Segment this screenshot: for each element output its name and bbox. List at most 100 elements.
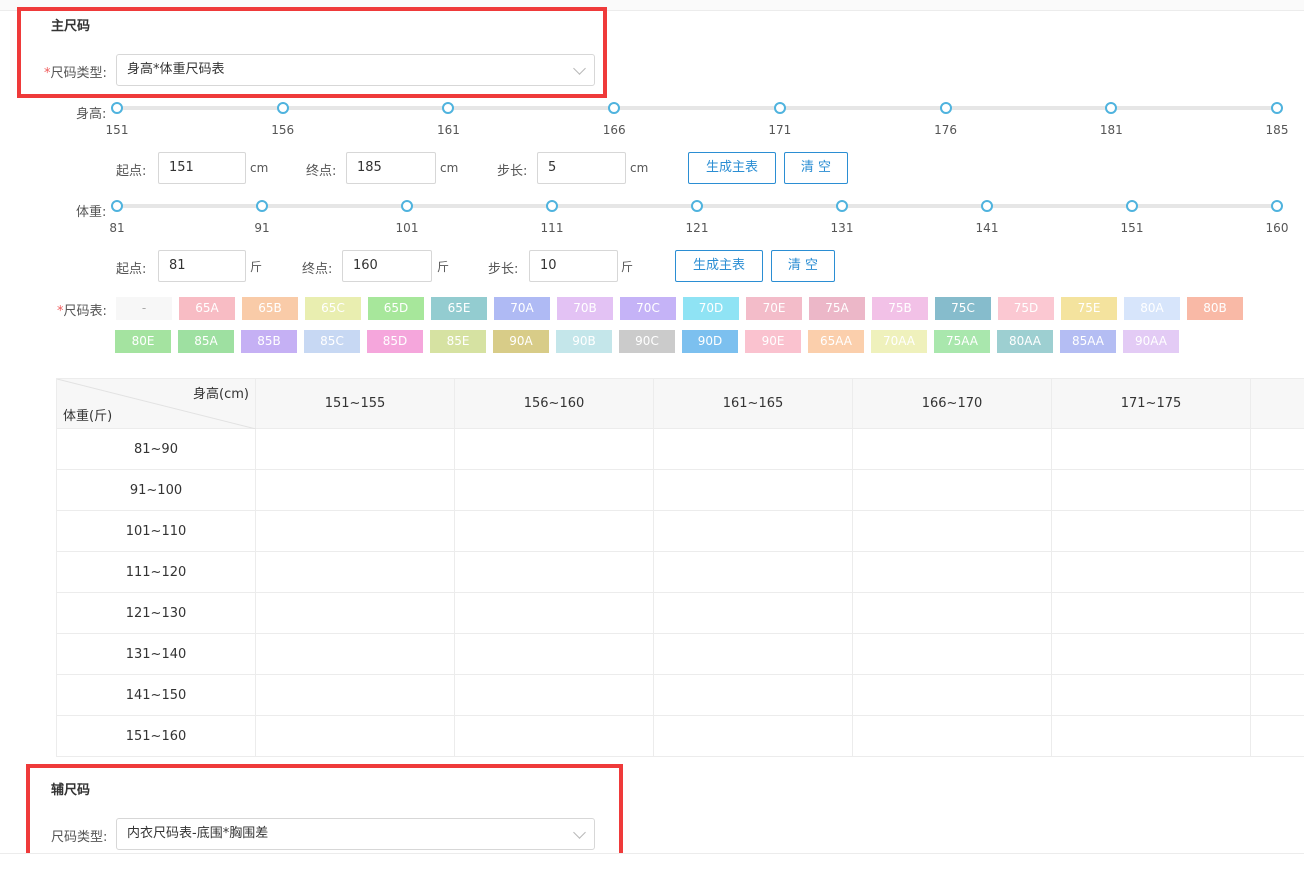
- table-cell[interactable]: [455, 552, 654, 593]
- table-cell[interactable]: [256, 716, 455, 757]
- main-size-type-select[interactable]: 身高*体重尺码表: [116, 54, 595, 86]
- height-slider-dot[interactable]: [442, 102, 455, 114]
- weight-slider-dot[interactable]: [1271, 200, 1283, 212]
- table-cell[interactable]: [1251, 593, 1304, 634]
- table-cell[interactable]: [256, 634, 455, 675]
- table-cell[interactable]: [455, 593, 654, 634]
- size-chip[interactable]: 70B: [557, 297, 613, 320]
- table-cell[interactable]: [1251, 552, 1304, 593]
- size-chip[interactable]: 85D: [367, 330, 423, 353]
- height-step-input[interactable]: 5: [537, 152, 626, 184]
- table-cell[interactable]: [256, 552, 455, 593]
- size-chip[interactable]: 65D: [368, 297, 424, 320]
- table-cell[interactable]: [1251, 429, 1304, 470]
- height-slider-dot[interactable]: [608, 102, 621, 114]
- table-cell[interactable]: [1052, 675, 1251, 716]
- weight-slider-dot[interactable]: [1126, 200, 1138, 212]
- table-cell[interactable]: [1052, 634, 1251, 675]
- height-slider-dot[interactable]: [276, 102, 289, 114]
- weight-clear-button[interactable]: 清 空: [771, 250, 835, 282]
- table-cell[interactable]: [1052, 470, 1251, 511]
- size-chip[interactable]: -: [116, 297, 172, 320]
- table-cell[interactable]: [256, 470, 455, 511]
- table-cell[interactable]: [1251, 470, 1304, 511]
- height-slider-dot[interactable]: [939, 102, 952, 114]
- size-chip[interactable]: 90B: [556, 330, 612, 353]
- size-chip[interactable]: 70A: [494, 297, 550, 320]
- size-chip[interactable]: 85B: [241, 330, 297, 353]
- size-chip[interactable]: 80B: [1187, 297, 1243, 320]
- size-chip[interactable]: 65C: [305, 297, 361, 320]
- weight-slider-dot[interactable]: [401, 200, 413, 212]
- size-chip[interactable]: 75E: [1061, 297, 1117, 320]
- table-cell[interactable]: [1052, 716, 1251, 757]
- size-chip[interactable]: 65E: [431, 297, 487, 320]
- table-cell[interactable]: [455, 470, 654, 511]
- size-chip[interactable]: 75AA: [934, 330, 990, 353]
- table-cell[interactable]: [654, 511, 853, 552]
- table-cell[interactable]: [1251, 675, 1304, 716]
- table-cell[interactable]: [654, 716, 853, 757]
- size-chip[interactable]: 90AA: [1123, 330, 1179, 353]
- size-chip[interactable]: 65A: [179, 297, 235, 320]
- weight-end-input[interactable]: 160: [342, 250, 432, 282]
- size-chip[interactable]: 90C: [619, 330, 675, 353]
- size-chip[interactable]: 80A: [1124, 297, 1180, 320]
- weight-slider-dot[interactable]: [111, 200, 123, 212]
- table-cell[interactable]: [654, 675, 853, 716]
- size-chip[interactable]: 85AA: [1060, 330, 1116, 353]
- height-end-input[interactable]: 185: [346, 152, 436, 184]
- size-chip[interactable]: 80AA: [997, 330, 1053, 353]
- height-slider-dot[interactable]: [111, 102, 123, 114]
- table-cell[interactable]: [1251, 716, 1304, 757]
- table-cell[interactable]: [256, 675, 455, 716]
- table-cell[interactable]: [455, 634, 654, 675]
- table-cell[interactable]: [853, 470, 1052, 511]
- table-cell[interactable]: [853, 675, 1052, 716]
- size-chip[interactable]: 65AA: [808, 330, 864, 353]
- size-chip[interactable]: 90A: [493, 330, 549, 353]
- table-cell[interactable]: [455, 675, 654, 716]
- weight-slider-dot[interactable]: [981, 200, 993, 212]
- weight-slider-dot[interactable]: [256, 200, 268, 212]
- weight-start-input[interactable]: 81: [158, 250, 246, 282]
- table-cell[interactable]: [1052, 511, 1251, 552]
- table-cell[interactable]: [1052, 429, 1251, 470]
- table-cell[interactable]: [853, 552, 1052, 593]
- table-cell[interactable]: [256, 593, 455, 634]
- table-cell[interactable]: [853, 634, 1052, 675]
- table-cell[interactable]: [256, 511, 455, 552]
- height-slider-track[interactable]: [117, 106, 1277, 110]
- size-chip[interactable]: 90E: [745, 330, 801, 353]
- table-cell[interactable]: [256, 429, 455, 470]
- height-generate-button[interactable]: 生成主表: [688, 152, 776, 184]
- size-chip[interactable]: 75A: [809, 297, 865, 320]
- weight-slider-dot[interactable]: [691, 200, 703, 212]
- size-chip[interactable]: 70C: [620, 297, 676, 320]
- weight-generate-button[interactable]: 生成主表: [675, 250, 763, 282]
- weight-slider-dot[interactable]: [546, 200, 558, 212]
- aux-size-type-select[interactable]: 内衣尺码表-底围*胸围差: [116, 818, 595, 850]
- table-cell[interactable]: [1251, 511, 1304, 552]
- size-chip[interactable]: 75D: [998, 297, 1054, 320]
- size-chip[interactable]: 85C: [304, 330, 360, 353]
- weight-step-input[interactable]: 10: [529, 250, 618, 282]
- height-slider-dot[interactable]: [1105, 102, 1118, 114]
- table-cell[interactable]: [1052, 593, 1251, 634]
- size-chip[interactable]: 85E: [430, 330, 486, 353]
- size-chip[interactable]: 70E: [746, 297, 802, 320]
- size-chip[interactable]: 90D: [682, 330, 738, 353]
- table-cell[interactable]: [1052, 552, 1251, 593]
- table-cell[interactable]: [654, 552, 853, 593]
- table-cell[interactable]: [654, 593, 853, 634]
- table-cell[interactable]: [853, 593, 1052, 634]
- table-cell[interactable]: [853, 511, 1052, 552]
- table-cell[interactable]: [853, 429, 1052, 470]
- table-cell[interactable]: [853, 716, 1052, 757]
- height-start-input[interactable]: 151: [158, 152, 246, 184]
- height-clear-button[interactable]: 清 空: [784, 152, 848, 184]
- size-chip[interactable]: 75B: [872, 297, 928, 320]
- size-chip[interactable]: 65B: [242, 297, 298, 320]
- table-cell[interactable]: [455, 716, 654, 757]
- size-chip[interactable]: 85A: [178, 330, 234, 353]
